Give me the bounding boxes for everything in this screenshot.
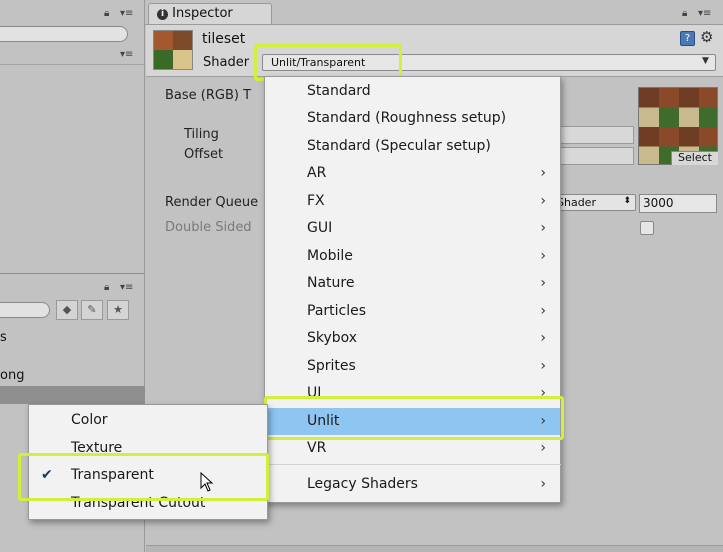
chevron-down-icon: ▼ — [702, 56, 709, 66]
menu-item-particles[interactable]: Particles › — [265, 298, 560, 325]
tag-icon[interactable]: ✎ — [81, 300, 103, 320]
render-queue-mode-dropdown[interactable]: Shader ⬍ — [548, 194, 636, 211]
shader-label: Shader — [203, 55, 250, 70]
inspector-footer — [146, 545, 723, 552]
menu-item-label: AR — [307, 165, 327, 181]
help-book-icon[interactable]: ? — [680, 31, 695, 46]
lock-icon[interactable]: 🔒︎ — [104, 282, 109, 293]
list-item-selected[interactable] — [0, 386, 145, 404]
updown-arrow-icon: ⬍ — [623, 196, 631, 206]
menu-item-gui[interactable]: GUI › — [265, 215, 560, 242]
property-offset-label: Offset — [184, 147, 224, 162]
material-name: tileset — [202, 31, 246, 47]
menu-item-label: FX — [307, 193, 325, 209]
chevron-right-icon: › — [540, 165, 546, 181]
tiling-field[interactable] — [560, 126, 634, 144]
property-tiling-label: Tiling — [184, 127, 219, 142]
left-search-field[interactable] — [0, 26, 128, 42]
lock-icon[interactable]: 🔒︎ — [682, 8, 687, 19]
menu-item-label: Standard (Specular setup) — [307, 138, 491, 154]
menu-item-sprites[interactable]: Sprites › — [265, 353, 560, 380]
tab-inspector[interactable]: i Inspector — [148, 3, 272, 24]
menu-item-label: Legacy Shaders — [307, 476, 418, 492]
menu-item-ar[interactable]: AR › — [265, 160, 560, 187]
menu-item-label: Standard (Roughness setup) — [307, 110, 507, 126]
menu-item-nature[interactable]: Nature › — [265, 270, 560, 297]
chevron-right-icon: › — [540, 303, 546, 319]
menu-item-standard-specular[interactable]: Standard (Specular setup) — [265, 133, 560, 160]
filter-type-icon[interactable]: ◆ — [56, 300, 78, 320]
chevron-right-icon: › — [540, 275, 546, 291]
project-search-field[interactable] — [0, 302, 50, 318]
double-sided-checkbox[interactable] — [640, 221, 654, 235]
chevron-right-icon: › — [540, 193, 546, 209]
chevron-right-icon: › — [540, 358, 546, 374]
menu-item-label: Mobile — [307, 248, 353, 264]
info-icon: i — [157, 9, 168, 20]
render-queue-value-field[interactable]: 3000 — [639, 194, 717, 213]
submenu-item-color[interactable]: Color — [29, 407, 267, 434]
divider — [0, 273, 145, 274]
menu-item-label: Standard — [307, 83, 371, 99]
highlight-outline — [18, 453, 269, 501]
list-item-partial[interactable]: s — [0, 330, 7, 345]
menu-item-label: Particles — [307, 303, 367, 319]
menu-item-legacy-shaders[interactable]: Legacy Shaders › — [265, 471, 560, 498]
offset-field[interactable] — [560, 147, 634, 165]
menu-item-standard-roughness[interactable]: Standard (Roughness setup) — [265, 105, 560, 132]
chevron-right-icon: › — [540, 220, 546, 236]
star-icon[interactable]: ★ — [107, 300, 129, 320]
menu-icon[interactable]: ▾≡ — [120, 282, 133, 293]
chevron-right-icon: › — [540, 330, 546, 346]
menu-item-label: Sprites — [307, 358, 356, 374]
tab-inspector-label: Inspector — [172, 6, 233, 21]
menu-icon[interactable]: ▾≡ — [698, 8, 711, 19]
menu-item-skybox[interactable]: Skybox › — [265, 325, 560, 352]
divider — [0, 64, 145, 65]
gear-icon[interactable]: ⚙ — [700, 28, 713, 46]
menu-item-label: Nature — [307, 275, 355, 291]
submenu-item-label: Color — [71, 412, 108, 428]
material-preview-thumbnail — [153, 30, 193, 70]
render-queue-mode-label: Shader — [557, 196, 596, 209]
chevron-right-icon: › — [540, 248, 546, 264]
menu-item-label: VR — [307, 440, 327, 456]
texture-select-button[interactable]: Select — [671, 151, 718, 165]
menu-item-mobile[interactable]: Mobile › — [265, 243, 560, 270]
menu-icon[interactable]: ▾≡ — [120, 8, 133, 19]
mouse-pointer-icon — [200, 472, 214, 492]
menu-item-label: Skybox — [307, 330, 358, 346]
property-render-queue-label: Render Queue — [165, 195, 259, 210]
property-base-label: Base (RGB) T — [165, 88, 252, 103]
menu-item-standard[interactable]: Standard — [265, 78, 560, 105]
chevron-right-icon: › — [540, 476, 546, 492]
menu-item-fx[interactable]: FX › — [265, 188, 560, 215]
lock-icon[interactable]: 🔒︎ — [104, 8, 109, 19]
menu-item-label: GUI — [307, 220, 333, 236]
menu-divider — [264, 464, 561, 465]
menu-icon[interactable]: ▾≡ — [120, 49, 133, 60]
list-item[interactable]: ong — [0, 368, 24, 383]
property-double-sided-label: Double Sided — [165, 220, 252, 235]
highlight-outline — [264, 396, 564, 440]
